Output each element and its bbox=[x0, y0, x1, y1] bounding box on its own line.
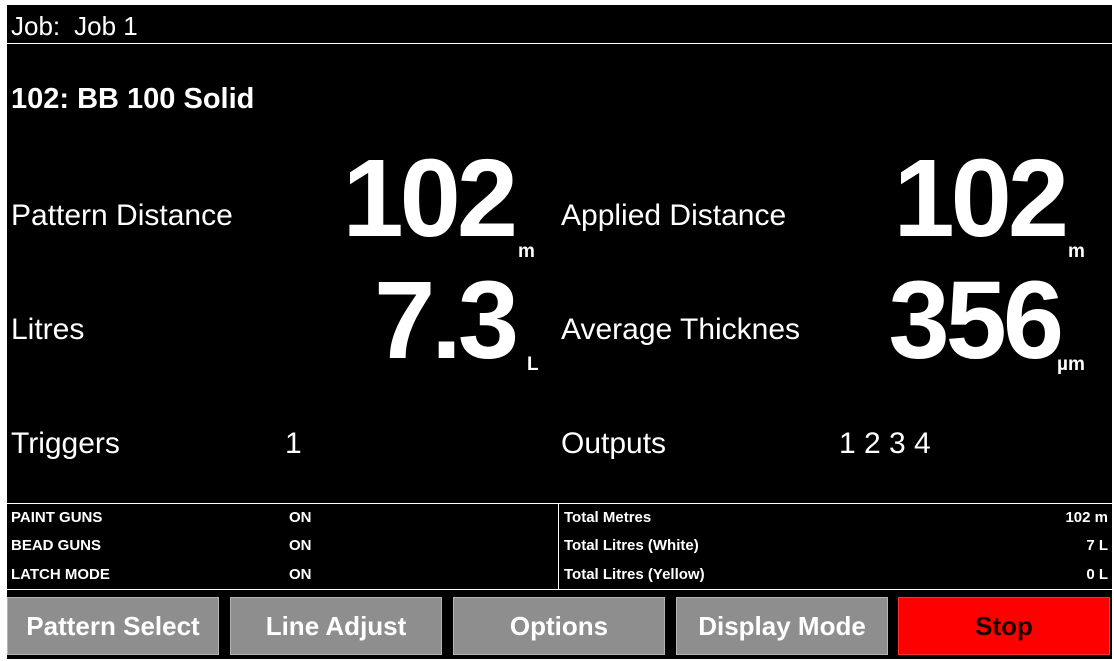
line-adjust-button[interactable]: Line Adjust bbox=[230, 597, 442, 655]
total-litres-yellow-value: 0 L bbox=[1086, 566, 1108, 583]
triggers-value: 1 bbox=[285, 427, 302, 460]
job-name: Job 1 bbox=[74, 11, 138, 41]
title-bar: Job: Job 1 bbox=[7, 5, 1112, 44]
applied-distance-value: 102 bbox=[893, 137, 1069, 260]
pattern-distance-value: 102 bbox=[342, 137, 518, 260]
average-thickness-value: 356 bbox=[888, 259, 1064, 382]
litres-label: Litres bbox=[11, 313, 85, 346]
applied-distance-unit: m bbox=[1068, 241, 1085, 262]
total-litres-white-value: 7 L bbox=[1086, 537, 1108, 554]
button-bar: Pattern Select Line Adjust Options Displ… bbox=[7, 597, 1112, 659]
display-mode-button[interactable]: Display Mode bbox=[676, 597, 888, 655]
job-title: Job: Job 1 bbox=[11, 11, 152, 42]
pattern-name: 102: BB 100 Solid bbox=[11, 83, 255, 115]
total-litres-white-label: Total Litres (White) bbox=[564, 537, 699, 554]
total-litres-yellow-label: Total Litres (Yellow) bbox=[564, 566, 705, 583]
status-panel: PAINT GUNS ON BEAD GUNS ON LATCH MODE ON… bbox=[7, 503, 1112, 590]
total-metres-row: Total Metres 102 m bbox=[7, 504, 1112, 531]
litres-value: 7.3 bbox=[374, 259, 519, 382]
main-panel: 102: BB 100 Solid Pattern Distance 102 m… bbox=[7, 44, 1112, 503]
litres-unit: L bbox=[527, 354, 539, 375]
stop-button[interactable]: Stop bbox=[898, 597, 1110, 655]
average-thickness-label: Average Thicknes bbox=[561, 313, 801, 346]
pattern-distance-label: Pattern Distance bbox=[11, 199, 233, 232]
total-litres-white-row: Total Litres (White) 7 L bbox=[7, 532, 1112, 559]
options-button[interactable]: Options bbox=[453, 597, 665, 655]
job-label: Job: bbox=[11, 11, 61, 41]
total-metres-label: Total Metres bbox=[564, 509, 652, 526]
total-metres-value: 102 m bbox=[1065, 509, 1108, 526]
triggers-label: Triggers bbox=[11, 427, 120, 460]
total-litres-yellow-row: Total Litres (Yellow) 0 L bbox=[7, 561, 1112, 588]
average-thickness-unit: µm bbox=[1057, 354, 1085, 375]
applied-distance-label: Applied Distance bbox=[561, 199, 787, 232]
job-screen: Job: Job 1 102: BB 100 Solid Pattern Dist… bbox=[7, 5, 1112, 659]
pattern-distance-unit: m bbox=[518, 241, 535, 262]
outputs-label: Outputs bbox=[561, 427, 667, 460]
pattern-select-button[interactable]: Pattern Select bbox=[7, 597, 219, 655]
outputs-value: 1 2 3 4 bbox=[839, 427, 931, 460]
